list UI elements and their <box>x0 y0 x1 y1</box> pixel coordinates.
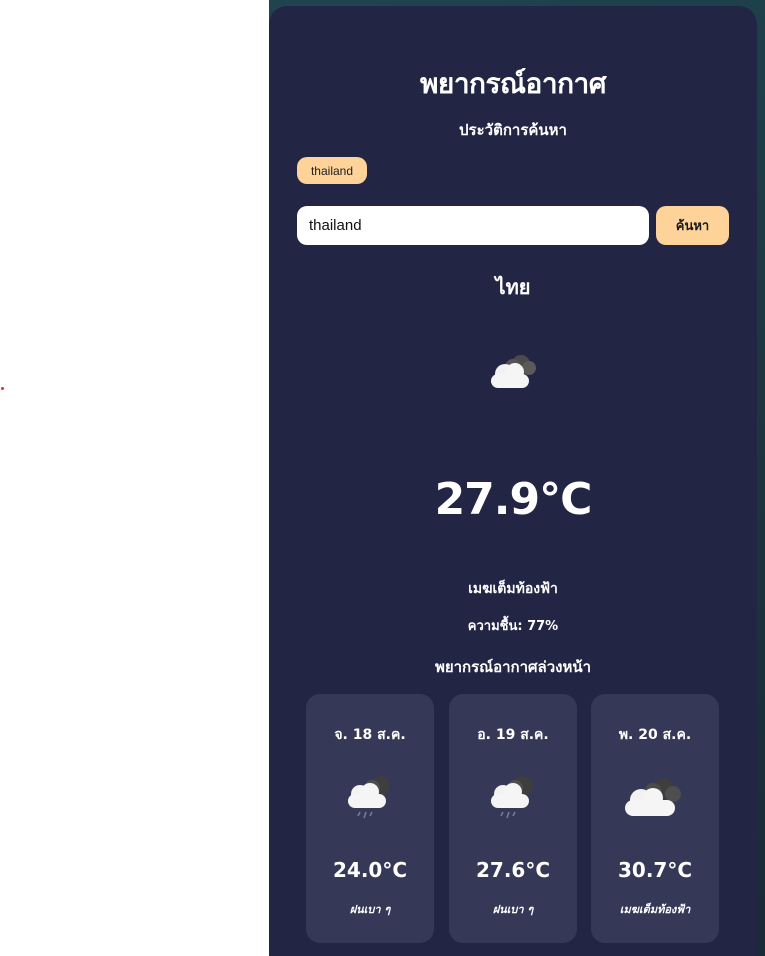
history-title: ประวัติการค้นหา <box>459 121 567 139</box>
forecast-card: อ. 19 ส.ค. 27.6°C ฝนเบา ๆ <box>449 694 577 943</box>
blank-left-area <box>0 0 269 956</box>
forecast-description: ฝนเบา ๆ <box>349 903 391 916</box>
weather-card: พยากรณ์อากาศ ประวัติการค้นหา thailand ค้… <box>269 6 757 956</box>
forecast-card: จ. 18 ส.ค. 24.0°C ฝนเบา ๆ <box>306 694 434 943</box>
forecast-date: อ. 19 ส.ค. <box>477 727 549 743</box>
app-title: พยากรณ์อากาศ <box>419 67 607 100</box>
search-button[interactable]: ค้นหา <box>656 206 729 245</box>
forecast-date: พ. 20 ส.ค. <box>618 727 692 743</box>
city-name: ไทย <box>495 275 531 299</box>
cloud-rain-icon <box>348 776 390 819</box>
forecast-temperature: 30.7°C <box>617 858 693 882</box>
cloud-overcast-icon <box>491 355 536 388</box>
current-description: เมฆเต็มท้องฟ้า <box>468 581 558 597</box>
current-temperature: 27.9°C <box>434 474 593 525</box>
humidity-readout: ความชื้น: 77% <box>269 615 757 636</box>
search-input[interactable] <box>297 206 649 245</box>
forecast-card: พ. 20 ส.ค. 30.7°C เมฆเต็มท้องฟ้า <box>591 694 719 943</box>
forecast-description: เมฆเต็มท้องฟ้า <box>619 903 691 916</box>
humidity-value: 77% <box>527 619 559 634</box>
forecast-title: พยากรณ์อากาศล่วงหน้า <box>434 658 592 676</box>
stray-dot <box>1 387 4 390</box>
forecast-temperature: 24.0°C <box>332 858 408 882</box>
forecast-description: ฝนเบา ๆ <box>492 903 534 916</box>
forecast-date: จ. 18 ส.ค. <box>334 727 406 743</box>
forecast-temperature: 27.6°C <box>475 858 551 882</box>
cloud-overcast-icon <box>625 778 681 816</box>
humidity-label: ความชื้น: <box>467 619 523 634</box>
history-chip[interactable]: thailand <box>297 157 367 184</box>
cloud-rain-icon <box>491 776 533 819</box>
